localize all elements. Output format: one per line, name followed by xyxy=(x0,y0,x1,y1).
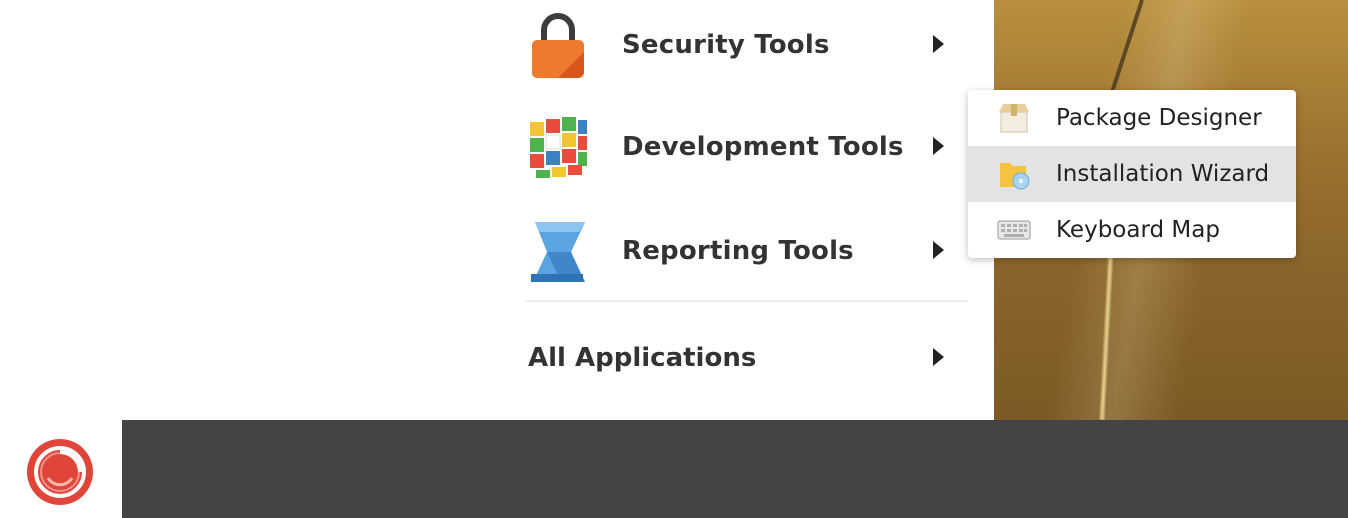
menu-item-development-tools[interactable]: Development Tools xyxy=(526,102,966,192)
chevron-right-icon xyxy=(933,241,944,259)
submenu-item-label: Package Designer xyxy=(1056,105,1262,131)
rubiks-cube-icon xyxy=(526,115,590,179)
menu-item-reporting-tools[interactable]: Reporting Tools xyxy=(526,206,966,296)
keyboard-icon xyxy=(996,212,1032,248)
submenu-item-label: Installation Wizard xyxy=(1056,161,1270,187)
install-folder-icon xyxy=(996,156,1032,192)
taskbar xyxy=(122,420,1348,518)
chevron-right-icon xyxy=(933,137,944,155)
lock-icon xyxy=(526,13,590,78)
submenu-item-installation-wizard[interactable]: Installation Wizard xyxy=(968,146,1296,202)
sitecore-logo-icon[interactable] xyxy=(26,438,94,506)
start-menu-panel: Security Tools Development Tools Reporti… xyxy=(0,0,994,420)
menu-item-security-tools[interactable]: Security Tools xyxy=(526,0,966,90)
menu-divider xyxy=(526,300,968,302)
all-applications-label: All Applications xyxy=(528,343,757,373)
development-tools-submenu: Package Designer Installation Wizard Key… xyxy=(968,90,1296,258)
package-icon xyxy=(996,100,1032,136)
menu-item-label: Security Tools xyxy=(622,30,830,60)
all-applications-item[interactable]: All Applications xyxy=(528,318,966,398)
report-scroll-icon xyxy=(526,219,590,283)
submenu-item-package-designer[interactable]: Package Designer xyxy=(968,90,1296,146)
submenu-item-keyboard-map[interactable]: Keyboard Map xyxy=(968,202,1296,258)
chevron-right-icon xyxy=(933,348,944,366)
menu-item-label: Development Tools xyxy=(622,132,904,162)
menu-item-label: Reporting Tools xyxy=(622,236,854,266)
submenu-item-label: Keyboard Map xyxy=(1056,217,1220,243)
chevron-right-icon xyxy=(933,35,944,53)
